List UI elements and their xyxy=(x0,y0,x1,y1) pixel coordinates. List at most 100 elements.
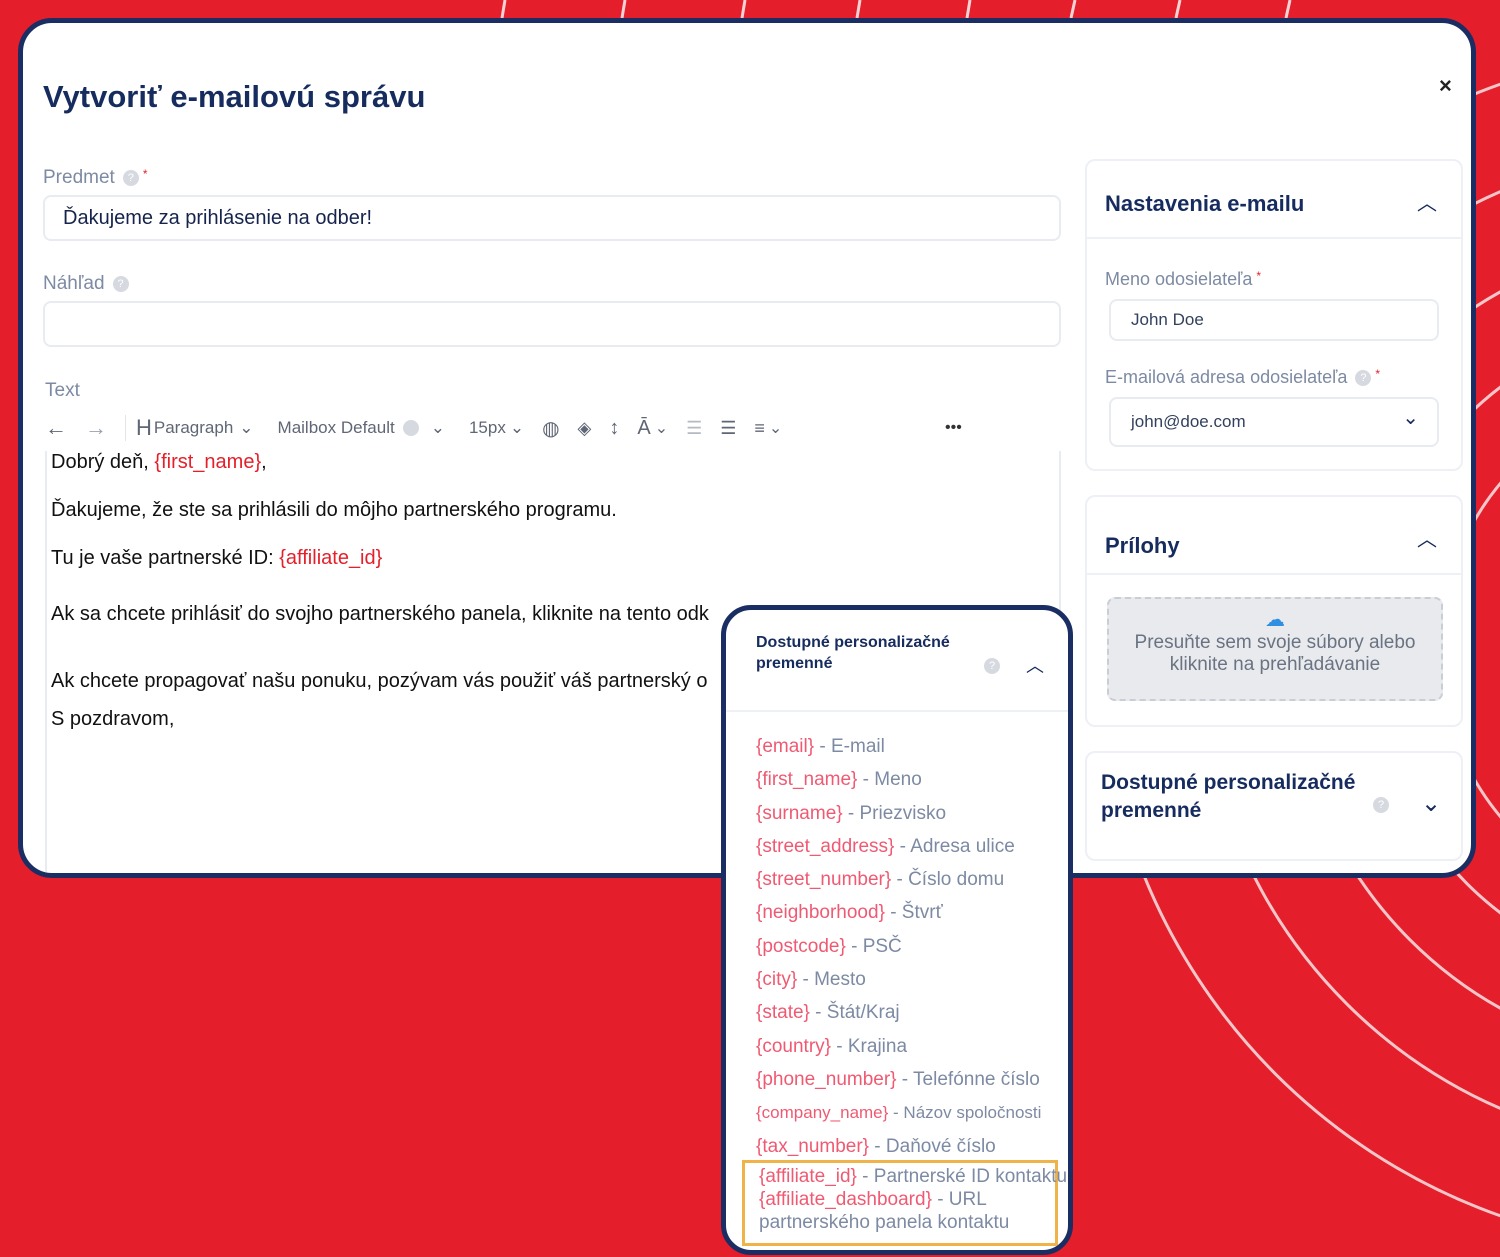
personalization-card[interactable]: Dostupné personalizačné premenné ? ⌄ xyxy=(1085,751,1463,861)
variable-item[interactable]: {tax_number} - Daňové číslo xyxy=(756,1130,1066,1163)
paragraph-style-dropdown[interactable]: H Paragraph ⌄ xyxy=(136,415,254,441)
help-icon[interactable]: ? xyxy=(112,275,129,292)
align-icon[interactable]: ≡ ⌄ xyxy=(754,418,782,439)
sender-email-label: E-mailová adresa odosielateľa? * xyxy=(1105,367,1380,388)
file-dropzone[interactable]: ☁ Presuňte sem svoje súbory alebo klikni… xyxy=(1107,597,1443,701)
variable-key: {tax_number} xyxy=(756,1135,870,1157)
chevron-up-icon[interactable]: ︿ xyxy=(1026,652,1044,678)
close-button[interactable]: × xyxy=(1439,73,1452,99)
text-color-icon[interactable]: ◍ xyxy=(542,416,559,441)
email-settings-card: Nastavenia e-mailu ︿ Meno odosielateľa * … xyxy=(1085,159,1463,471)
highlight-color-icon[interactable]: ◈ xyxy=(578,418,592,439)
variable-description: - Mesto xyxy=(797,969,866,991)
variable-token: {first_name} xyxy=(154,451,262,473)
preview-label: Náhľad? xyxy=(43,273,129,295)
variable-item-affiliate-id[interactable]: {affiliate_id} - Partnerské ID kontaktu xyxy=(759,1165,1067,1188)
editor-line: S pozdravom, xyxy=(51,708,175,730)
help-icon[interactable]: ? xyxy=(122,169,139,186)
card-divider xyxy=(1087,237,1461,239)
variable-item[interactable]: {street_address} - Adresa ulice xyxy=(756,830,1066,863)
indent-icon[interactable]: ☰ xyxy=(720,418,736,439)
variable-key: {first_name} xyxy=(756,769,858,791)
paragraph-label: Paragraph xyxy=(153,418,234,437)
variable-key: {affiliate_id} xyxy=(759,1166,857,1187)
sender-email-label-text: E-mailová adresa odosielateľa xyxy=(1105,367,1348,387)
variable-item[interactable]: {state} - Štát/Kraj xyxy=(756,996,1066,1029)
variable-description: - E-mail xyxy=(814,736,885,757)
variable-item[interactable]: {company_name} - Názov spoločnosti xyxy=(756,1096,1066,1129)
variable-item[interactable]: {first_name} - Meno xyxy=(756,763,1066,796)
sender-email-select[interactable]: john@doe.com ⌄ xyxy=(1109,397,1439,447)
variable-description: - Číslo domu xyxy=(891,869,1005,891)
cloud-upload-icon: ☁ xyxy=(1265,609,1285,631)
font-label: Mailbox Default xyxy=(277,418,395,437)
required-marker: * xyxy=(1375,367,1381,381)
text-format-icon[interactable]: Ā ⌄ xyxy=(637,417,668,440)
preview-input[interactable] xyxy=(43,301,1061,347)
preview-label-text: Náhľad xyxy=(43,273,105,294)
variable-description: - Daňové číslo xyxy=(869,1135,996,1157)
variable-description: - Meno xyxy=(857,769,922,791)
subject-input[interactable]: Ďakujeme za prihlásenie na odber! xyxy=(43,195,1061,241)
variable-item[interactable]: {surname} - Priezvisko xyxy=(756,797,1066,830)
popup-divider xyxy=(726,710,1068,712)
variable-item[interactable]: {postcode} - PSČ xyxy=(756,930,1066,963)
chevron-up-icon[interactable]: ︿ xyxy=(1417,523,1437,552)
variable-description: - Partnerské ID kontaktu xyxy=(856,1166,1068,1187)
help-icon[interactable]: ? xyxy=(1373,797,1389,813)
variable-description: - Krajina xyxy=(831,1035,908,1057)
help-icon xyxy=(402,420,419,436)
chevron-up-icon[interactable]: ︿ xyxy=(1417,187,1437,216)
variable-item[interactable]: {email} - E-mail xyxy=(756,730,1066,763)
required-marker: * xyxy=(1256,269,1262,283)
sender-email-value: john@doe.com xyxy=(1131,412,1246,431)
chevron-down-icon: ⌄ xyxy=(654,420,669,437)
variable-item[interactable]: {neighborhood} - Štvrť xyxy=(756,896,1066,929)
subject-label-text: Predmet xyxy=(43,167,115,188)
card-divider xyxy=(1087,573,1461,575)
variable-description: - Telefónne číslo xyxy=(896,1068,1040,1090)
variable-key: {surname} xyxy=(756,802,843,824)
chevron-down-icon: ⌄ xyxy=(768,420,783,437)
variable-item[interactable]: {country} - Krajina xyxy=(756,1030,1066,1063)
redo-icon[interactable]: → xyxy=(85,415,107,441)
editor-text: , xyxy=(261,451,267,473)
editor-text: Tu je vaše partnerské ID: xyxy=(51,547,280,569)
attachments-card: Prílohy ︿ ☁ Presuňte sem svoje súbory al… xyxy=(1085,495,1463,727)
affiliate-variables-highlight: {affiliate_id} - Partnerské ID kontaktu … xyxy=(742,1160,1067,1246)
chevron-down-icon: ⌄ xyxy=(1402,407,1419,429)
undo-icon[interactable]: ← xyxy=(45,415,67,441)
variable-description-continued: partnerského panela kontaktu xyxy=(759,1212,1010,1233)
variable-description: - Názov spoločnosti xyxy=(888,1103,1042,1123)
variable-description: - PSČ xyxy=(845,935,902,957)
sender-name-label: Meno odosielateľa * xyxy=(1105,269,1261,290)
variable-item[interactable]: {street_number} - Číslo domu xyxy=(756,863,1066,896)
variable-item[interactable]: {city} - Mesto xyxy=(756,963,1066,996)
modal-title: Vytvoriť e-mailovú správu xyxy=(43,79,426,114)
variable-key: {postcode} xyxy=(756,935,846,957)
sender-name-label-text: Meno odosielateľa xyxy=(1105,269,1253,289)
personalization-title-line1: Dostupné personalizačné xyxy=(1101,771,1356,794)
editor-toolbar: ← → H Paragraph ⌄ Mailbox Default ⌄ 15px… xyxy=(45,405,965,451)
outdent-icon[interactable]: ☰ xyxy=(686,418,702,439)
chevron-down-icon[interactable]: ⌄ xyxy=(1421,789,1441,818)
help-icon[interactable]: ? xyxy=(1355,370,1372,387)
help-icon[interactable]: ? xyxy=(984,658,1000,674)
font-size-dropdown[interactable]: 15px ⌄ xyxy=(469,418,524,438)
variable-key: {affiliate_dashboard} xyxy=(759,1189,932,1210)
font-dropdown[interactable]: Mailbox Default ⌄ xyxy=(278,418,445,438)
line-height-icon[interactable]: ↕ xyxy=(609,417,619,440)
variable-item-affiliate-dashboard[interactable]: {affiliate_dashboard} - URL xyxy=(759,1188,987,1211)
chevron-down-icon: ⌄ xyxy=(239,418,254,437)
sender-name-input[interactable]: John Doe xyxy=(1109,299,1439,341)
dropzone-text-line2: kliknite na prehľadávanie xyxy=(1169,654,1381,675)
variable-key: {neighborhood} xyxy=(756,902,885,924)
more-options-icon[interactable]: ••• xyxy=(945,419,962,437)
variable-key: {phone_number} xyxy=(756,1068,897,1090)
variable-item[interactable]: {phone_number} - Telefónne číslo xyxy=(756,1063,1066,1096)
variable-key: {state} xyxy=(756,1002,810,1024)
editor-line: Ďakujeme, že ste sa prihlásili do môjho … xyxy=(51,499,617,521)
heading-icon: H xyxy=(136,415,152,440)
email-settings-title: Nastavenia e-mailu xyxy=(1105,191,1305,216)
editor-line: Ak sa chcete prihlásiť do svojho partner… xyxy=(51,603,709,625)
